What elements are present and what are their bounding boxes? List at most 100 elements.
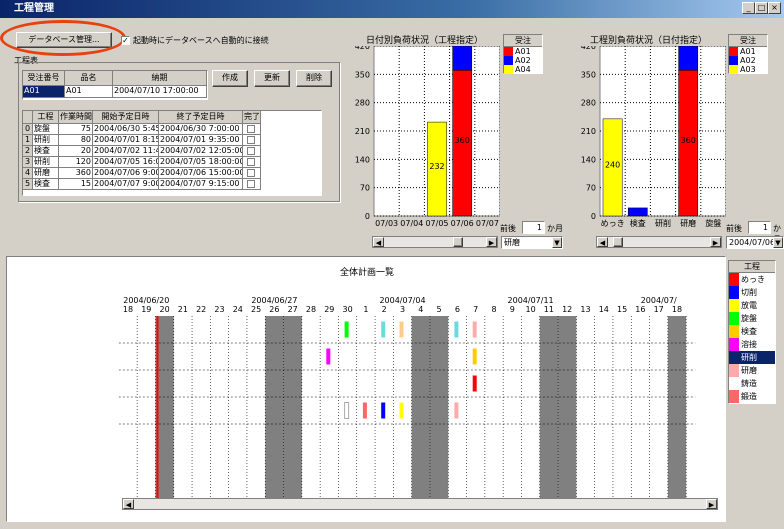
y-tick-label: 350 <box>355 70 370 79</box>
chart2-scroll-right[interactable]: ▶ <box>710 237 721 247</box>
start-cell[interactable]: 2004/06/30 5:45:00 <box>93 124 159 135</box>
start-cell[interactable]: 2004/07/06 9:00:00 <box>93 168 159 179</box>
auto-connect-checkbox[interactable]: ✓ <box>121 36 130 45</box>
chart1-scrollbar[interactable]: ◀ ▶ <box>372 236 498 248</box>
row-index-cell[interactable]: 2 <box>23 146 33 157</box>
legend-label: A02 <box>740 56 756 65</box>
chart1-scroll-thumb[interactable] <box>453 237 463 247</box>
done-cell[interactable] <box>243 168 261 179</box>
date-select[interactable]: 2004/07/06 ▼ <box>726 236 784 249</box>
row-index-cell[interactable]: 3 <box>23 157 33 168</box>
work-time-cell[interactable]: 75 <box>59 124 93 135</box>
chart1-span-input[interactable]: 1 <box>522 221 545 234</box>
col-header-order-no[interactable]: 受注番号 <box>23 71 65 86</box>
end-cell[interactable]: 2004/07/02 12:05:00 <box>159 146 243 157</box>
done-cell[interactable] <box>243 135 261 146</box>
legend-item[interactable]: A02 <box>504 56 542 65</box>
col-header-product[interactable]: 品名 <box>65 71 113 86</box>
process-select-arrow-icon[interactable]: ▼ <box>552 237 562 248</box>
work-time-cell[interactable]: 20 <box>59 146 93 157</box>
row-index-cell[interactable]: 0 <box>23 124 33 135</box>
process-legend-item[interactable]: 鍛造 <box>729 390 775 403</box>
product-cell[interactable]: A01 <box>65 86 113 98</box>
work-time-cell[interactable]: 360 <box>59 168 93 179</box>
chart2-span-input[interactable]: 1 <box>748 221 771 234</box>
chart2-scrollbar[interactable]: ◀ ▶ <box>596 236 722 248</box>
col-header-work-time[interactable]: 作業時間 <box>59 111 93 124</box>
col-header-process[interactable]: 工程 <box>33 111 59 124</box>
process-select[interactable]: 研磨 ▼ <box>501 236 563 249</box>
legend-item[interactable]: A02 <box>729 56 767 65</box>
chart1-scroll-left[interactable]: ◀ <box>373 237 384 247</box>
maximize-button[interactable]: □ <box>755 2 768 14</box>
data-label: 360 <box>455 136 470 145</box>
start-cell[interactable]: 2004/07/02 11:45:00 <box>93 146 159 157</box>
chart2-scroll-left[interactable]: ◀ <box>597 237 608 247</box>
start-cell[interactable]: 2004/07/01 8:15:00 <box>93 135 159 146</box>
end-cell[interactable]: 2004/06/30 7:00:00 <box>159 124 243 135</box>
gantt-scroll-right[interactable]: ▶ <box>706 499 717 509</box>
work-time-cell[interactable]: 15 <box>59 179 93 190</box>
end-cell[interactable]: 2004/07/01 9:35:00 <box>159 135 243 146</box>
done-checkbox[interactable] <box>247 147 255 155</box>
col-header-due[interactable]: 納期 <box>113 71 207 86</box>
done-cell[interactable] <box>243 179 261 190</box>
process-legend-item[interactable]: 放電 <box>729 299 775 312</box>
legend-item[interactable]: A03 <box>729 65 767 74</box>
process-legend-item[interactable]: 研磨 <box>729 364 775 377</box>
start-cell[interactable]: 2004/07/07 9:00:00 <box>93 179 159 190</box>
col-header-done[interactable]: 完了 <box>243 111 261 124</box>
close-button[interactable]: × <box>768 2 781 14</box>
chart2-scroll-thumb[interactable] <box>613 237 623 247</box>
process-legend-item[interactable]: 鋳造 <box>729 377 775 390</box>
end-cell[interactable]: 2004/07/07 9:15:00 <box>159 179 243 190</box>
process-cell[interactable]: 研削 <box>33 157 59 168</box>
gantt-scroll-left[interactable]: ◀ <box>123 499 134 509</box>
day-label: 9 <box>510 305 515 314</box>
process-legend-item[interactable]: 溶接 <box>729 338 775 351</box>
minimize-button[interactable]: _ <box>742 2 755 14</box>
process-cell[interactable]: 研磨 <box>33 168 59 179</box>
done-checkbox[interactable] <box>247 136 255 144</box>
y-tick-label: 420 <box>581 46 596 51</box>
col-header-start[interactable]: 開始予定日時 <box>93 111 159 124</box>
done-checkbox[interactable] <box>247 125 255 133</box>
done-cell[interactable] <box>243 146 261 157</box>
order-no-cell[interactable]: A01 <box>23 86 65 98</box>
process-legend-item[interactable]: 検査 <box>729 325 775 338</box>
legend-item[interactable]: A01 <box>729 47 767 56</box>
work-time-cell[interactable]: 120 <box>59 157 93 168</box>
create-button[interactable]: 作成 <box>212 70 248 87</box>
process-cell[interactable]: 研削 <box>33 135 59 146</box>
done-checkbox[interactable] <box>247 169 255 177</box>
done-checkbox[interactable] <box>247 180 255 188</box>
done-cell[interactable] <box>243 157 261 168</box>
end-cell[interactable]: 2004/07/05 18:00:00 <box>159 157 243 168</box>
start-cell[interactable]: 2004/07/05 16:00:00 <box>93 157 159 168</box>
update-button[interactable]: 更新 <box>254 70 290 87</box>
row-index-cell[interactable]: 1 <box>23 135 33 146</box>
work-time-cell[interactable]: 80 <box>59 135 93 146</box>
delete-button[interactable]: 削除 <box>296 70 332 87</box>
col-header-end[interactable]: 終了予定日時 <box>159 111 243 124</box>
task-bar <box>399 321 404 338</box>
legend-item[interactable]: A04 <box>504 65 542 74</box>
due-cell[interactable]: 2004/07/10 17:00:00 <box>113 86 207 98</box>
process-legend-item[interactable]: 旋盤 <box>729 312 775 325</box>
gantt-scrollbar[interactable]: ◀ ▶ <box>122 498 718 510</box>
row-index-cell[interactable]: 5 <box>23 179 33 190</box>
date-select-arrow-icon[interactable]: ▼ <box>773 237 783 248</box>
chart1-scroll-right[interactable]: ▶ <box>486 237 497 247</box>
process-legend-item[interactable]: 切削 <box>729 286 775 299</box>
done-checkbox[interactable] <box>247 158 255 166</box>
legend-item[interactable]: A01 <box>504 47 542 56</box>
process-legend-item[interactable]: めっき <box>729 273 775 286</box>
col-header-row-index[interactable] <box>23 111 33 124</box>
process-cell[interactable]: 検査 <box>33 146 59 157</box>
process-cell[interactable]: 検査 <box>33 179 59 190</box>
done-cell[interactable] <box>243 124 261 135</box>
process-cell[interactable]: 旋盤 <box>33 124 59 135</box>
row-index-cell[interactable]: 4 <box>23 168 33 179</box>
end-cell[interactable]: 2004/07/06 15:00:00 <box>159 168 243 179</box>
process-legend-item[interactable]: 研削 <box>729 351 775 364</box>
